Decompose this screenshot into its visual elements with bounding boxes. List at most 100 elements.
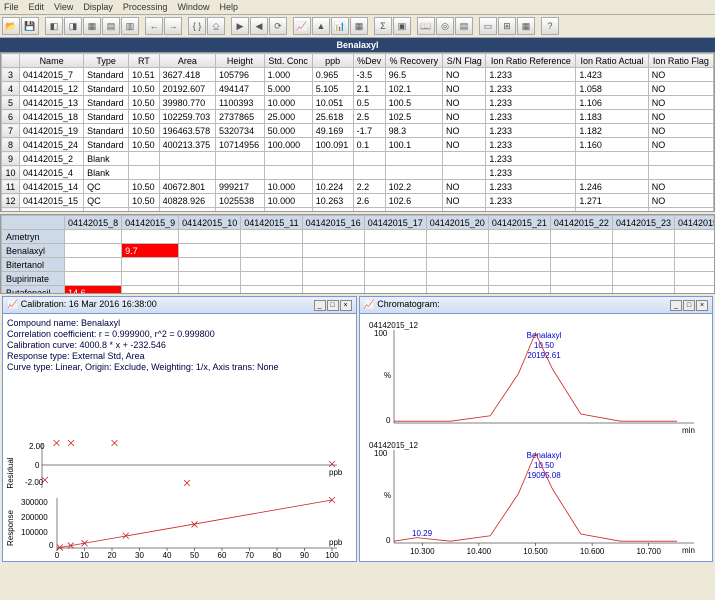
table-row[interactable]: 1304142015_3Blank1.233 <box>2 208 714 213</box>
svg-text:80: 80 <box>273 551 282 558</box>
table-row[interactable]: 604142015_18Standard10.50102259.70327378… <box>2 110 714 124</box>
table-row[interactable]: 504142015_13Standard10.5039980.770110039… <box>2 96 714 110</box>
col-header[interactable]: Ion Ratio Flag <box>648 54 713 68</box>
btn-icon[interactable]: 📊 <box>331 17 349 35</box>
menu-display[interactable]: Display <box>83 2 113 12</box>
menu-view[interactable]: View <box>54 2 73 12</box>
btn-icon[interactable]: ▥ <box>121 17 139 35</box>
maximize-icon[interactable]: □ <box>327 300 339 311</box>
svg-text:100: 100 <box>374 329 388 338</box>
btn-icon[interactable]: ← <box>145 17 163 35</box>
btn-icon[interactable]: ▦ <box>83 17 101 35</box>
btn-icon[interactable]: 📖 <box>417 17 435 35</box>
col-header[interactable]: 04142015_22 <box>550 216 612 230</box>
col-header[interactable]: 04142015_21 <box>488 216 550 230</box>
btn-icon[interactable]: ▶ <box>231 17 249 35</box>
svg-text:ppb: ppb <box>329 538 343 547</box>
table-row[interactable]: Bitertanol <box>2 258 715 272</box>
svg-text:%: % <box>384 371 391 380</box>
col-header[interactable]: ppb <box>312 54 353 68</box>
results-grid[interactable]: NameTypeRTAreaHeightStd. Concppb%Dev% Re… <box>0 52 715 212</box>
btn-icon[interactable]: ◀ <box>250 17 268 35</box>
col-header[interactable]: 04142015_11 <box>241 216 302 230</box>
table-row[interactable]: 704142015_19Standard10.50196463.57853207… <box>2 124 714 138</box>
col-header[interactable]: 04142015_20 <box>426 216 488 230</box>
svg-text:0: 0 <box>35 461 40 470</box>
col-header[interactable]: Ion Ratio Reference <box>486 54 576 68</box>
menu-edit[interactable]: Edit <box>29 2 45 12</box>
svg-text:10.50: 10.50 <box>533 341 554 350</box>
svg-text:0: 0 <box>386 416 391 425</box>
table-row[interactable]: 1104142015_14QC10.5040672.80199921710.00… <box>2 180 714 194</box>
svg-text:Benalaxyl: Benalaxyl <box>526 451 561 460</box>
table-row[interactable]: 1004142015_4Blank1.233 <box>2 166 714 180</box>
col-header[interactable]: 04142015_24 <box>675 216 715 230</box>
btn-icon[interactable]: ▤ <box>455 17 473 35</box>
compound-grid[interactable]: 04142015_804142015_904142015_1004142015_… <box>0 214 715 294</box>
table-row[interactable]: 804142015_24Standard10.50400213.37510714… <box>2 138 714 152</box>
col-header[interactable]: 04142015_17 <box>364 216 426 230</box>
svg-text:100: 100 <box>325 551 339 558</box>
btn-icon[interactable]: ▦ <box>517 17 535 35</box>
table-row[interactable]: Bupirimate <box>2 272 715 286</box>
menu-processing[interactable]: Processing <box>123 2 168 12</box>
col-header[interactable]: 04142015_10 <box>179 216 241 230</box>
col-header[interactable]: %Dev <box>353 54 385 68</box>
col-header[interactable]: Name <box>20 54 84 68</box>
col-header[interactable]: Type <box>84 54 129 68</box>
col-header[interactable]: % Recovery <box>385 54 442 68</box>
btn-icon[interactable]: { } <box>188 17 206 35</box>
svg-text:10: 10 <box>80 551 89 558</box>
col-header[interactable]: Std. Conc <box>264 54 312 68</box>
help-icon[interactable]: ? <box>541 17 559 35</box>
menu-file[interactable]: File <box>4 2 19 12</box>
table-row[interactable]: 1204142015_15QC10.5040828.926102553810.0… <box>2 194 714 208</box>
open-icon[interactable]: 📂 <box>2 17 20 35</box>
btn-icon[interactable]: ▤ <box>102 17 120 35</box>
svg-text:10.500: 10.500 <box>523 547 548 556</box>
btn-icon[interactable]: ⊞ <box>498 17 516 35</box>
btn-icon[interactable]: ◧ <box>45 17 63 35</box>
col-header[interactable]: 04142015_16 <box>302 216 364 230</box>
btn-icon[interactable]: ▭ <box>479 17 497 35</box>
menu-help[interactable]: Help <box>219 2 238 12</box>
table-row[interactable]: 904142015_2Blank1.233 <box>2 152 714 166</box>
btn-icon[interactable]: Σ <box>374 17 392 35</box>
svg-text:0: 0 <box>49 541 54 550</box>
svg-text:300000: 300000 <box>21 498 48 507</box>
btn-icon[interactable]: ▣ <box>393 17 411 35</box>
btn-icon[interactable]: ⎐ <box>207 17 225 35</box>
calibration-title: 📈 Calibration: 16 Mar 2016 16:38:00 <box>7 299 157 311</box>
col-header[interactable]: 04142015_8 <box>65 216 122 230</box>
close-icon[interactable]: × <box>696 300 708 311</box>
col-header[interactable]: 04142015_9 <box>122 216 179 230</box>
col-header[interactable]: Ion Ratio Actual <box>576 54 648 68</box>
btn-icon[interactable]: 📈 <box>293 17 311 35</box>
btn-icon[interactable]: → <box>164 17 182 35</box>
table-row[interactable]: 304142015_7Standard10.513627.4181057961.… <box>2 68 714 82</box>
btn-icon[interactable]: ⟳ <box>269 17 287 35</box>
svg-text:30: 30 <box>135 551 144 558</box>
svg-text:100000: 100000 <box>21 528 48 537</box>
svg-text:10.29: 10.29 <box>412 529 433 538</box>
col-header[interactable]: RT <box>129 54 160 68</box>
col-header[interactable]: 04142015_23 <box>612 216 674 230</box>
close-icon[interactable]: × <box>340 300 352 311</box>
table-row[interactable]: Ametryn <box>2 230 715 244</box>
menu-window[interactable]: Window <box>177 2 209 12</box>
col-header[interactable]: Area <box>159 54 215 68</box>
svg-text:90: 90 <box>300 551 309 558</box>
table-row[interactable]: 404142015_12Standard10.5020192.607494147… <box>2 82 714 96</box>
minimize-icon[interactable]: _ <box>314 300 326 311</box>
save-icon[interactable]: 💾 <box>21 17 39 35</box>
btn-icon[interactable]: ▲ <box>312 17 330 35</box>
table-row[interactable]: Butafenacil14.6 <box>2 286 715 295</box>
btn-icon[interactable]: ▦ <box>350 17 368 35</box>
maximize-icon[interactable]: □ <box>683 300 695 311</box>
col-header[interactable]: S/N Flag <box>443 54 486 68</box>
btn-icon[interactable]: ◨ <box>64 17 82 35</box>
minimize-icon[interactable]: _ <box>670 300 682 311</box>
btn-icon[interactable]: ◎ <box>436 17 454 35</box>
col-header[interactable]: Height <box>216 54 265 68</box>
table-row[interactable]: Benalaxyl9.7 <box>2 244 715 258</box>
